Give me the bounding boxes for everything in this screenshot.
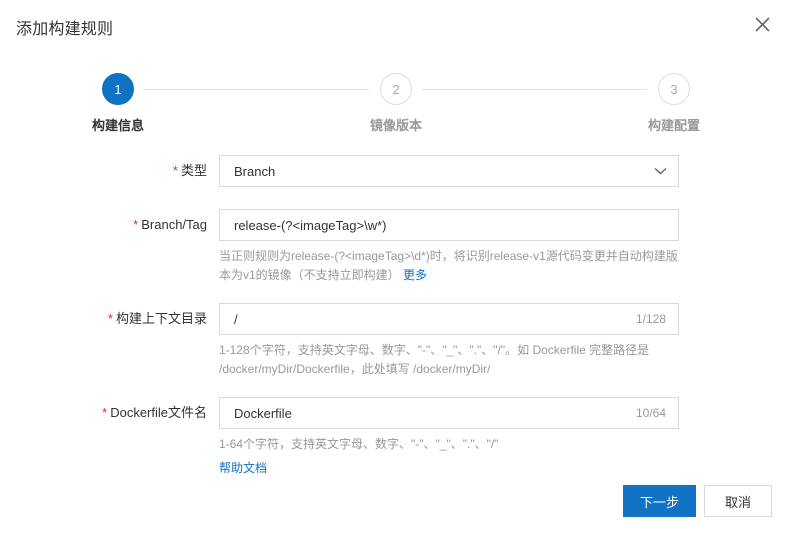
type-select[interactable]: Branch: [219, 155, 679, 187]
context-dir-input[interactable]: / 1/128: [219, 303, 679, 335]
dockerfile-label-text: Dockerfile文件名: [110, 405, 207, 420]
chevron-down-icon: [654, 167, 667, 175]
cancel-button[interactable]: 取消: [704, 485, 772, 517]
step-3-label: 构建配置: [647, 118, 700, 133]
step-2-circle: 2: [380, 73, 412, 105]
branch-tag-more-link[interactable]: 更多: [403, 268, 427, 282]
step-1-label: 构建信息: [91, 118, 144, 133]
branch-tag-help-text: 当正则规则为release-(?<imageTag>\d*)时，将识别relea…: [219, 247, 679, 285]
branch-tag-required-mark: *: [133, 217, 139, 232]
form-row-branch-tag: * Branch/Tag release-(?<imageTag>\w*) 当正则…: [0, 209, 790, 285]
stepper-step-1[interactable]: 1 构建信息: [48, 73, 188, 134]
add-build-rule-dialog: 添加构建规则 1 构建信息 2 镜像版本 3 构建配置 * 类型 Branch …: [0, 0, 790, 541]
type-label: * 类型: [0, 155, 207, 187]
dialog-footer: 下一步 取消: [622, 485, 772, 517]
branch-tag-input-value: release-(?<imageTag>\w*): [234, 217, 387, 233]
context-dir-help-text: 1-128个字符，支持英文字母、数字、"-"、"_"、"."、"/"。如 Doc…: [219, 343, 650, 376]
branch-tag-label-text: Branch/Tag: [141, 217, 207, 232]
form-row-dockerfile: * Dockerfile文件名 Dockerfile 10/64 1-64个字符，…: [0, 397, 790, 477]
build-info-form: * 类型 Branch * Branch/Tag release-(?<imag…: [0, 155, 790, 477]
branch-tag-control: release-(?<imageTag>\w*) 当正则规则为release-(…: [219, 209, 679, 285]
context-dir-label-text: 构建上下文目录: [115, 311, 207, 326]
close-icon[interactable]: [747, 9, 777, 39]
stepper: 1 构建信息 2 镜像版本 3 构建配置: [0, 73, 790, 133]
dockerfile-input-value: Dockerfile: [234, 405, 292, 421]
dockerfile-label: * Dockerfile文件名: [0, 397, 207, 429]
type-required-mark: *: [172, 163, 178, 178]
branch-tag-label: * Branch/Tag: [0, 209, 207, 241]
type-control: Branch: [219, 155, 679, 187]
dockerfile-input[interactable]: Dockerfile 10/64: [219, 397, 679, 429]
dockerfile-help-text: 1-64个字符，支持英文字母、数字、"-"、"_"、"."、"/": [219, 437, 499, 451]
branch-tag-help-body: 当正则规则为release-(?<imageTag>\d*)时，将识别relea…: [219, 249, 678, 282]
step-2-label: 镜像版本: [369, 118, 422, 133]
context-dir-counter: 1/128: [635, 312, 666, 326]
branch-tag-input[interactable]: release-(?<imageTag>\w*): [219, 209, 679, 241]
context-dir-input-value: /: [234, 311, 238, 327]
dockerfile-required-mark: *: [102, 405, 108, 420]
context-dir-control: / 1/128 1-128个字符，支持英文字母、数字、"-"、"_"、"."、"…: [219, 303, 679, 379]
dialog-title: 添加构建规则: [16, 21, 114, 38]
context-dir-required-mark: *: [107, 311, 113, 326]
type-label-text: 类型: [180, 163, 207, 178]
type-select-value: Branch: [234, 163, 276, 179]
next-step-button[interactable]: 下一步: [622, 485, 696, 517]
step-1-circle: 1: [102, 73, 134, 105]
stepper-step-2[interactable]: 2 镜像版本: [326, 73, 466, 134]
stepper-step-3[interactable]: 3 构建配置: [604, 73, 744, 134]
help-doc-link[interactable]: 帮助文档: [219, 459, 267, 476]
step-3-circle: 3: [658, 73, 690, 105]
form-row-type: * 类型 Branch: [0, 155, 790, 187]
dockerfile-counter: 10/64: [635, 406, 666, 420]
form-row-context-dir: * 构建上下文目录 / 1/128 1-128个字符，支持英文字母、数字、"-"、…: [0, 303, 790, 379]
dockerfile-control: Dockerfile 10/64 1-64个字符，支持英文字母、数字、"-"、"…: [219, 397, 679, 477]
context-dir-label: * 构建上下文目录: [0, 303, 207, 335]
